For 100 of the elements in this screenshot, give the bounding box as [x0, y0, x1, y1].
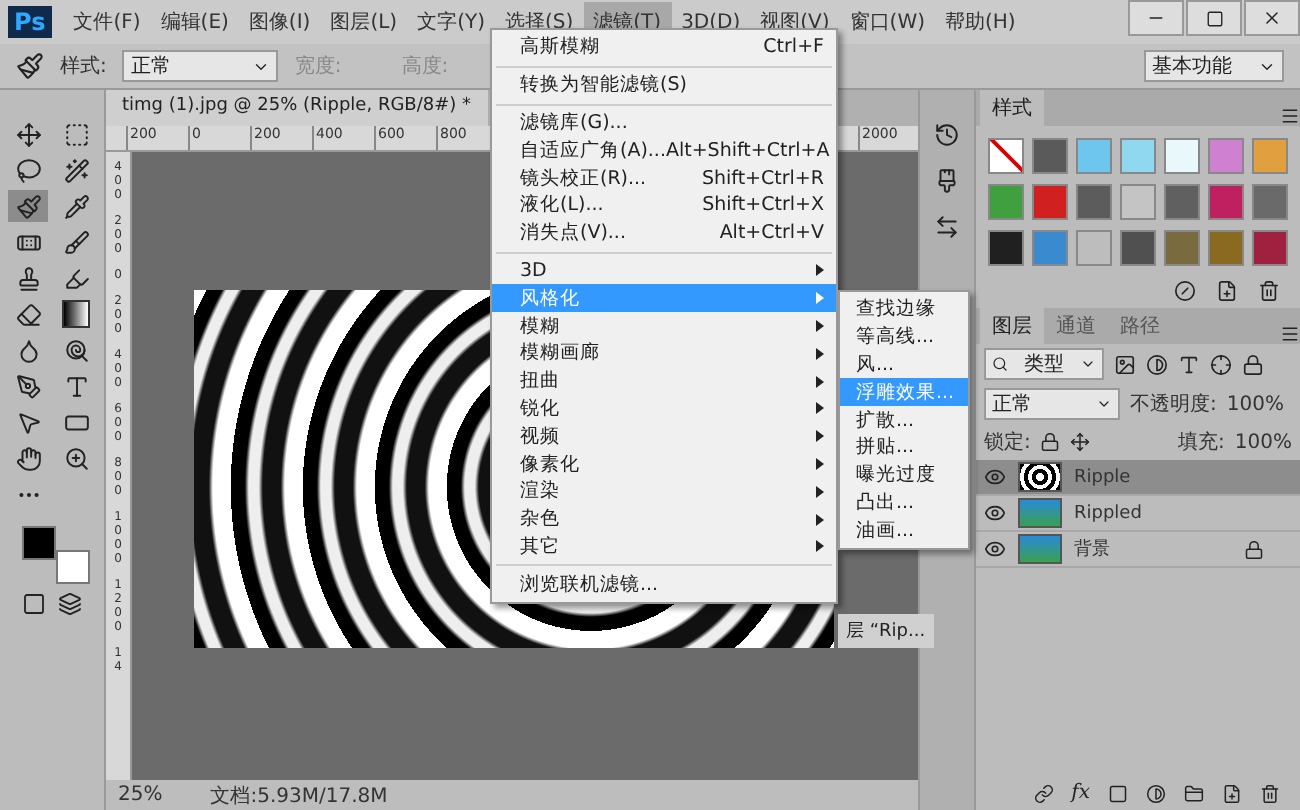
clear-style-icon[interactable] [1174, 280, 1196, 302]
panel-tab[interactable]: 图层 [980, 308, 1044, 344]
maximize-button[interactable] [1186, 0, 1242, 36]
menu-item[interactable]: 锐化 [492, 395, 836, 423]
menu-item[interactable]: 编辑(E) [150, 2, 239, 42]
menu-item[interactable]: 等高线... [840, 323, 968, 352]
menu-item[interactable]: 液化(L)... Shift+Ctrl+X [492, 191, 836, 220]
style-swatch[interactable] [1252, 138, 1288, 174]
style-swatch[interactable] [1120, 230, 1156, 266]
menu-item[interactable]: 图层(L) [320, 2, 408, 42]
brush-icon[interactable] [16, 52, 44, 80]
style-swatch[interactable] [1164, 230, 1200, 266]
layer-row[interactable]: Ripple [976, 460, 1300, 496]
menu-item[interactable]: 浏览联机滤镜... [492, 570, 836, 599]
blend-mode-dropdown[interactable]: 正常 [984, 388, 1120, 420]
menu-item[interactable]: 3D [492, 257, 836, 285]
style-swatch[interactable] [1252, 184, 1288, 220]
style-swatch[interactable] [1208, 184, 1244, 220]
style-swatch[interactable] [1120, 138, 1156, 174]
fx-button[interactable]: fx [1071, 782, 1090, 804]
lock-filter-icon[interactable] [1242, 353, 1264, 375]
menu-item[interactable]: 自适应广角(A)...Alt+Shift+Ctrl+A [492, 136, 836, 165]
menu-item[interactable]: 其它 [492, 533, 836, 561]
menu-item[interactable]: 文件(F) [63, 2, 151, 42]
style-swatch[interactable] [1032, 138, 1068, 174]
style-swatch[interactable] [1032, 184, 1068, 220]
new-style-icon[interactable] [1216, 280, 1238, 302]
opacity-value[interactable]: 100% [1226, 393, 1284, 415]
style-swatch[interactable] [988, 184, 1024, 220]
menu-item[interactable]: 像素化 [492, 450, 836, 478]
submenu-arrow-icon [816, 458, 824, 471]
style-swatch[interactable] [1120, 184, 1156, 220]
shortcut-text: Shift+Ctrl+R [701, 167, 824, 190]
menu-item[interactable]: 镜头校正(R)... Shift+Ctrl+R [492, 164, 836, 192]
style-swatch[interactable] [1076, 184, 1112, 220]
workspace-dropdown[interactable]: 基本功能 [1144, 50, 1284, 82]
style-swatch[interactable] [1076, 230, 1112, 266]
style-swatch[interactable] [988, 138, 1024, 174]
arrange-icon[interactable] [934, 214, 960, 240]
type-filter-icon[interactable] [1178, 353, 1200, 375]
style-swatch[interactable] [1208, 230, 1244, 266]
shortcut-text: Ctrl+F [763, 36, 824, 59]
menu-item[interactable]: 图像(I) [238, 2, 321, 42]
menu-item[interactable]: 查找边缘 [840, 296, 968, 324]
style-swatch[interactable] [1164, 138, 1200, 174]
lock-icon[interactable] [1040, 432, 1061, 452]
new-layer-icon[interactable] [1222, 783, 1242, 803]
style-swatch[interactable] [1208, 138, 1244, 174]
style-swatch[interactable] [1252, 230, 1288, 266]
lock-icon [1244, 539, 1264, 559]
style-swatch[interactable] [1164, 184, 1200, 220]
submenu-arrow-icon [816, 347, 824, 360]
adjustment-filter-icon[interactable] [1146, 353, 1168, 375]
eye-icon[interactable] [984, 466, 1006, 488]
lock-position-icon[interactable] [1070, 432, 1091, 452]
close-icon[interactable] [1262, 8, 1282, 28]
menu-item[interactable]: 窗口(W) [839, 2, 935, 42]
image-filter-icon[interactable] [1114, 353, 1136, 375]
layer-row[interactable]: Rippled [976, 496, 1300, 532]
menu-item[interactable]: 油画... [840, 516, 968, 545]
menu-item[interactable]: 杂色 [492, 505, 836, 534]
delete-icon[interactable] [1258, 280, 1280, 302]
menu-item[interactable]: 模糊 [492, 312, 836, 340]
background-color-swatch[interactable] [56, 550, 90, 584]
menu-item[interactable]: 拼贴... [840, 433, 968, 462]
style-swatch[interactable] [988, 230, 1024, 266]
document-tab[interactable]: timg (1).jpg @ 25% (Ripple, RGB/8#) * [106, 90, 488, 126]
fill-value[interactable]: 100% [1234, 431, 1292, 453]
panel-tab[interactable]: 样式 [980, 90, 1044, 126]
menu-item[interactable]: 扭曲 [492, 367, 836, 396]
foreground-color-swatch[interactable] [22, 526, 56, 560]
panel-menu-icon[interactable] [1280, 106, 1300, 126]
menu-item[interactable]: 帮助(H) [935, 2, 1026, 42]
maximize-icon[interactable] [1205, 9, 1223, 27]
menu-item[interactable]: 风... [840, 351, 968, 379]
menu-item[interactable]: 渲染 [492, 477, 836, 506]
menu-item[interactable]: 转换为智能滤镜(S) [492, 71, 836, 100]
panel-menu-icon[interactable] [1280, 324, 1300, 344]
shortcut-text: Shift+Ctrl+X [702, 194, 824, 217]
menu-item[interactable]: 视频 [492, 422, 836, 451]
menu-item[interactable]: 扩散... [840, 406, 968, 434]
menu-item[interactable]: 滤镜库(G)... [492, 109, 836, 137]
folder-icon[interactable] [1184, 783, 1204, 803]
style-swatch[interactable] [1032, 230, 1068, 266]
eye-icon[interactable] [984, 502, 1006, 524]
eye-icon[interactable] [984, 538, 1006, 560]
menu-item[interactable]: 模糊画廊 [492, 339, 836, 368]
style-dropdown[interactable]: 正常 [122, 50, 279, 82]
menu-item[interactable]: 消失点(V)... Alt+Ctrl+V [492, 219, 836, 248]
delete-icon[interactable] [1260, 783, 1280, 803]
menu-item[interactable]: 凸出... [840, 489, 968, 517]
tool-button[interactable] [56, 298, 96, 330]
menu-item[interactable]: 曝光过度 [840, 461, 968, 490]
layer-filter-dropdown[interactable]: 类型 [984, 348, 1104, 380]
gradient-icon [62, 300, 90, 328]
menu-item[interactable]: 文字(Y) [407, 2, 495, 42]
brush-preset-icon[interactable] [934, 168, 960, 194]
link-icon[interactable] [1033, 783, 1054, 803]
style-swatch[interactable] [1076, 138, 1112, 174]
adjustment-icon[interactable] [1146, 783, 1166, 803]
